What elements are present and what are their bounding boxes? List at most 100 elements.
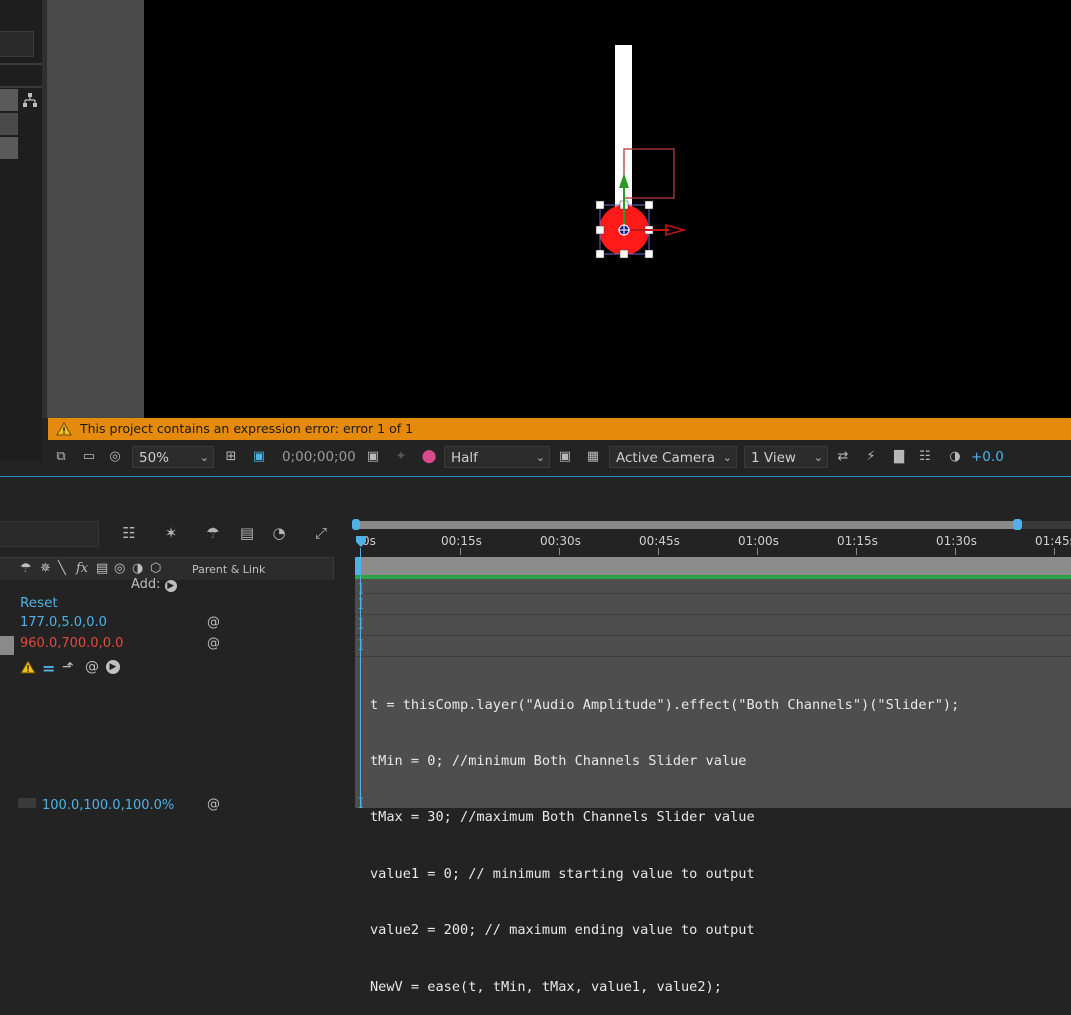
flowchart-icon[interactable] [22, 92, 38, 108]
ruler-tick-label: 00:15s [441, 534, 482, 548]
navigator-end-handle[interactable] [1013, 519, 1022, 530]
add-play-icon[interactable]: ▶ [164, 580, 177, 592]
transparency-grid-icon[interactable]: ▣ [250, 448, 268, 466]
project-item[interactable] [0, 113, 18, 135]
keyframe-marker[interactable]: I [358, 598, 364, 612]
timeline-icon[interactable]: ▇ [890, 448, 908, 466]
timeline-search-input[interactable] [0, 521, 99, 547]
anchor-y[interactable]: 5.0 [61, 615, 82, 630]
project-item[interactable] [0, 137, 18, 159]
current-time-indicator-head[interactable] [355, 536, 367, 548]
expression-pickwhip-icon[interactable]: @ [207, 797, 220, 812]
row-marker [0, 636, 14, 655]
error-message: This project contains an expression erro… [80, 421, 414, 436]
code-line: t = thisComp.layer("Audio Amplitude").ef… [370, 696, 960, 713]
enable-expression-icon[interactable]: = [42, 659, 55, 678]
composition-flowchart-icon[interactable]: ☷ [118, 522, 140, 544]
navigator-start-handle[interactable] [352, 519, 360, 530]
shy-icon[interactable]: ☂ [20, 561, 32, 576]
add-text: Add: [131, 577, 161, 592]
reset-exposure-icon[interactable]: ◑ [946, 448, 964, 466]
region-of-interest-icon[interactable]: ▣ [556, 448, 574, 466]
navigator-outside [1022, 521, 1071, 529]
current-time[interactable]: 0;00;00;00 [282, 446, 356, 468]
position-y[interactable]: 700.0 [61, 636, 98, 651]
quality-icon[interactable]: ╲ [58, 561, 66, 576]
expression-pickwhip-icon[interactable]: @ [207, 636, 220, 651]
always-preview-icon[interactable]: ⧉ [52, 448, 70, 466]
camera-view-dropdown[interactable]: Active Camera ⌄ [609, 446, 737, 468]
ruler-tick [460, 548, 461, 555]
show-snapshot-icon[interactable]: ✦ [392, 448, 410, 466]
divider [0, 86, 42, 88]
composition-viewer[interactable] [144, 0, 1071, 418]
camera-snapshot-icon[interactable]: ▣ [364, 448, 382, 466]
mask-icon[interactable]: ◎ [106, 448, 124, 466]
frame-blending-icon[interactable]: ▤ [236, 522, 258, 544]
track-divider [355, 656, 1071, 657]
keyframe-marker[interactable]: I [358, 639, 364, 653]
toggle-pixel-aspect-icon[interactable]: ⇄ [834, 448, 852, 466]
draft-3d-icon[interactable]: ✶ [160, 522, 182, 544]
expression-warning-icon[interactable] [20, 660, 36, 674]
collapse-icon[interactable]: ✵ [40, 561, 51, 576]
exposure-value[interactable]: +0.0 [971, 446, 1004, 468]
keyframe-marker[interactable]: I [358, 797, 364, 811]
adjustment-layer-icon[interactable]: ◑ [132, 561, 143, 576]
position-z[interactable]: 0.0 [103, 636, 124, 651]
scale-value[interactable]: 100.0,100.0,100.0% [18, 798, 174, 813]
link-icon[interactable] [18, 798, 36, 808]
ruler-tick-label: 00:45s [639, 534, 680, 548]
resolution-dropdown[interactable]: Half ⌄ [444, 446, 550, 468]
scale-text[interactable]: 100.0,100.0,100.0% [42, 798, 174, 813]
ruler-tick [856, 548, 857, 555]
grid-guides-icon[interactable]: ⊞ [222, 448, 240, 466]
anchor-point-value[interactable]: 177.0,5.0,0.0 [20, 615, 107, 630]
parent-link-header[interactable]: Parent & Link [192, 563, 265, 576]
flowchart-icon[interactable]: ☷ [916, 448, 934, 466]
reset-link[interactable]: Reset [20, 595, 58, 611]
expression-error-bar[interactable]: This project contains an expression erro… [48, 418, 1071, 440]
warning-icon [56, 421, 72, 436]
fx-icon[interactable]: fx [76, 561, 88, 576]
keyframe-marker[interactable]: I [358, 583, 364, 597]
current-time-indicator[interactable] [360, 548, 361, 808]
ruler-tick-label: 00:30s [540, 534, 581, 548]
ruler-tick-label: 01:15s [837, 534, 878, 548]
graph-icon[interactable]: ⬏ [62, 659, 74, 675]
keyframe-marker[interactable]: I [358, 618, 364, 632]
channel-icon[interactable]: ⬤ [420, 448, 438, 466]
3d-layer-icon[interactable]: ⬡ [150, 561, 161, 576]
position-value[interactable]: 960.0,700.0,0.0 [20, 636, 123, 651]
ruler-tick-label: 01:30s [936, 534, 977, 548]
work-area-bar[interactable] [355, 557, 1071, 575]
chevron-down-icon: ⌄ [535, 451, 545, 464]
fast-previews-icon[interactable]: ⚡ [862, 448, 880, 466]
camera-view-value: Active Camera [616, 450, 716, 466]
ruler-tick-label: 01:45s [1035, 534, 1071, 548]
position-x[interactable]: 960.0 [20, 636, 57, 651]
expression-language-menu-icon[interactable]: ▶ [106, 660, 120, 674]
add-label: Add: ▶ [131, 577, 177, 592]
code-line: value2 = 200; // maximum ending value to… [370, 922, 755, 939]
toggle-transparency-icon[interactable]: ▦ [584, 448, 602, 466]
ruler-tick [955, 548, 956, 555]
project-search-field[interactable] [0, 31, 34, 57]
motion-blur-icon[interactable]: ◔ [268, 522, 290, 544]
frame-blend-icon[interactable]: ▤ [96, 561, 108, 576]
anchor-z[interactable]: 0.0 [86, 615, 107, 630]
shy-layers-icon[interactable]: ☂ [202, 522, 224, 544]
anchor-x[interactable]: 177.0 [20, 615, 57, 630]
expression-editor[interactable]: t = thisComp.layer("Audio Amplitude").ef… [370, 658, 959, 1015]
chevron-down-icon: ⌄ [199, 451, 209, 464]
magnification-dropdown[interactable]: 50% ⌄ [132, 446, 214, 468]
expression-pickwhip-icon[interactable]: @ [207, 615, 220, 630]
layer-duration-bar[interactable] [355, 575, 1071, 579]
view-layout-dropdown[interactable]: 1 View ⌄ [744, 446, 828, 468]
time-navigator-range[interactable] [355, 521, 1017, 529]
graph-editor-icon[interactable]: ⤢ [310, 522, 332, 544]
pickwhip-icon[interactable]: @ [85, 659, 99, 675]
motion-blur-icon[interactable]: ◎ [114, 561, 125, 576]
project-item[interactable] [0, 89, 18, 111]
monitor-icon[interactable]: ▭ [80, 448, 98, 466]
